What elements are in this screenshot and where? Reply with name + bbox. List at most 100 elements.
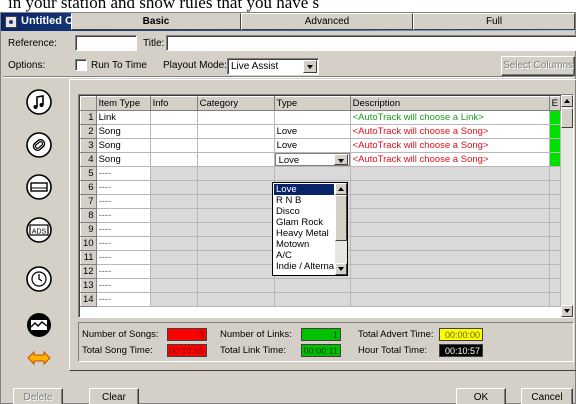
swap-arrows-icon[interactable]	[25, 347, 53, 369]
description-cell[interactable]: <AutoTrack will choose a Song>	[349, 124, 550, 139]
category-cell[interactable]	[196, 278, 275, 293]
e-cell[interactable]	[548, 124, 561, 139]
description-cell[interactable]	[349, 180, 550, 195]
table-row[interactable]: 14 ----	[80, 292, 561, 307]
waveform-icon[interactable]	[25, 311, 53, 339]
e-cell[interactable]	[548, 166, 561, 181]
info-cell[interactable]	[149, 152, 198, 167]
description-cell[interactable]	[349, 250, 550, 265]
clock-icon[interactable]	[25, 265, 53, 293]
clear-button[interactable]: Clear	[89, 388, 139, 404]
info-cell[interactable]	[149, 292, 198, 307]
description-cell[interactable]: <AutoTrack will choose a Song>	[349, 152, 550, 167]
reference-input[interactable]	[75, 35, 137, 51]
delete-button[interactable]: Delete	[13, 388, 63, 404]
item-type-cell[interactable]: Link	[95, 110, 151, 125]
link-icon[interactable]	[25, 131, 53, 159]
type-option[interactable]: Glam Rock	[274, 217, 334, 228]
item-type-cell[interactable]: ----	[95, 278, 151, 293]
item-type-cell[interactable]: ----	[95, 208, 151, 223]
scroll-up-arrow-icon[interactable]	[561, 95, 573, 107]
type-combo-cell[interactable]: Love	[273, 152, 351, 167]
playout-mode-select[interactable]: Live Assist	[227, 58, 319, 75]
category-cell[interactable]	[196, 194, 275, 209]
type-option[interactable]: Heavy Metal	[274, 228, 334, 239]
table-row[interactable]: 4 Song Love <AutoTrack will choose a Son…	[80, 152, 561, 167]
run-to-time-checkbox[interactable]	[75, 59, 87, 71]
type-option[interactable]: Motown	[274, 239, 334, 250]
info-cell[interactable]	[149, 180, 198, 195]
music-note-icon[interactable]	[25, 88, 53, 116]
column-header-info[interactable]: Info	[149, 96, 198, 111]
table-row[interactable]: 5 ----	[80, 166, 561, 181]
title-input[interactable]	[166, 35, 576, 51]
info-cell[interactable]	[149, 194, 198, 209]
e-cell[interactable]	[548, 208, 561, 223]
ok-button[interactable]: OK	[456, 388, 506, 404]
item-type-cell[interactable]: ----	[95, 292, 151, 307]
category-cell[interactable]	[196, 236, 275, 251]
category-cell[interactable]	[196, 250, 275, 265]
category-cell[interactable]	[196, 166, 275, 181]
column-header-item-type[interactable]: Item Type	[95, 96, 151, 111]
e-cell[interactable]	[548, 236, 561, 251]
e-cell[interactable]	[548, 278, 561, 293]
scroll-down-arrow-icon[interactable]	[561, 305, 573, 317]
e-cell[interactable]	[548, 138, 561, 153]
table-row[interactable]: 2 Song Love <AutoTrack will choose a Son…	[80, 124, 561, 139]
e-cell[interactable]	[548, 264, 561, 279]
description-cell[interactable]: <AutoTrack will choose a Song>	[349, 138, 550, 153]
tab-advanced[interactable]: Advanced	[241, 13, 413, 30]
info-cell[interactable]	[149, 222, 198, 237]
info-cell[interactable]	[149, 138, 198, 153]
type-cell[interactable]: Love	[273, 124, 351, 139]
chevron-down-icon[interactable]	[333, 154, 348, 165]
description-cell[interactable]	[349, 208, 550, 223]
category-cell[interactable]	[196, 138, 275, 153]
e-cell[interactable]	[548, 110, 561, 125]
item-type-cell[interactable]: Song	[95, 152, 151, 167]
info-cell[interactable]	[149, 208, 198, 223]
description-cell[interactable]	[349, 236, 550, 251]
description-cell[interactable]	[349, 166, 550, 181]
e-cell[interactable]	[548, 180, 561, 195]
item-type-cell[interactable]: ----	[95, 264, 151, 279]
table-row[interactable]: 13 ----	[80, 278, 561, 293]
tab-full[interactable]: Full	[413, 13, 575, 30]
tab-basic[interactable]: Basic	[71, 13, 241, 30]
cancel-button[interactable]: Cancel	[521, 388, 573, 404]
table-row[interactable]: 1 Link <AutoTrack will choose a Link>	[80, 110, 561, 125]
e-cell[interactable]	[548, 292, 561, 307]
scroll-thumb[interactable]	[561, 108, 573, 128]
scroll-thumb[interactable]	[335, 195, 347, 241]
category-cell[interactable]	[196, 152, 275, 167]
item-type-cell[interactable]: Song	[95, 138, 151, 153]
type-option[interactable]: Indie / Alterna	[274, 261, 334, 272]
item-type-cell[interactable]: ----	[95, 194, 151, 209]
type-cell[interactable]	[273, 166, 351, 181]
grid-vertical-scrollbar[interactable]	[561, 95, 573, 317]
type-option[interactable]: Love	[274, 184, 334, 195]
category-cell[interactable]	[196, 292, 275, 307]
type-cell[interactable]: Love	[273, 138, 351, 153]
info-cell[interactable]	[149, 236, 198, 251]
e-cell[interactable]	[548, 222, 561, 237]
item-type-cell[interactable]: ----	[95, 222, 151, 237]
scroll-down-arrow-icon[interactable]	[335, 263, 347, 275]
description-cell[interactable]	[349, 292, 550, 307]
item-type-cell[interactable]: ----	[95, 250, 151, 265]
scroll-up-arrow-icon[interactable]	[335, 183, 347, 195]
e-cell[interactable]	[548, 152, 561, 167]
type-cell[interactable]	[273, 278, 351, 293]
dropdown-scrollbar[interactable]	[335, 183, 347, 275]
category-cell[interactable]	[196, 124, 275, 139]
category-cell[interactable]	[196, 222, 275, 237]
ads-icon[interactable]: ADS	[25, 216, 53, 244]
column-header-category[interactable]: Category	[196, 96, 275, 111]
category-cell[interactable]	[196, 264, 275, 279]
category-cell[interactable]	[196, 180, 275, 195]
select-columns-button[interactable]: Select Columns	[501, 56, 575, 76]
info-cell[interactable]	[149, 278, 198, 293]
type-cell[interactable]	[273, 292, 351, 307]
description-cell[interactable]	[349, 264, 550, 279]
